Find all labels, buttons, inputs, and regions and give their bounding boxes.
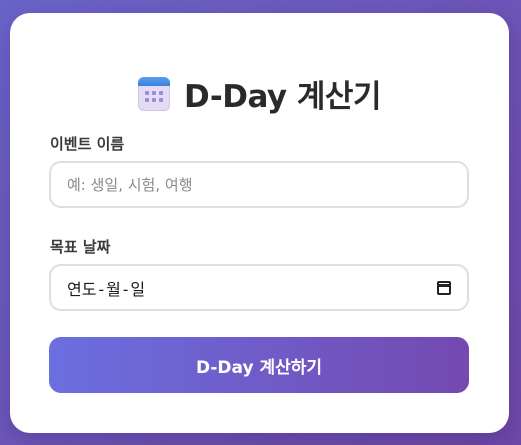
event-name-label: 이벤트 이름 bbox=[50, 135, 125, 153]
calculate-dday-button[interactable]: D-Day 계산하기 bbox=[49, 337, 469, 393]
target-date-input[interactable]: 연도-월-일 bbox=[49, 264, 469, 311]
header: D-Day 계산기 bbox=[10, 71, 509, 116]
target-date-placeholder: 연도-월-일 bbox=[67, 279, 146, 299]
calendar-icon bbox=[138, 76, 171, 111]
page-title: D-Day 계산기 bbox=[184, 79, 381, 115]
event-name-input[interactable]: 예: 생일, 시험, 여행 bbox=[49, 161, 469, 208]
event-name-placeholder: 예: 생일, 시험, 여행 bbox=[67, 176, 193, 194]
calendar-picker-icon[interactable] bbox=[437, 280, 451, 295]
target-date-label: 목표 날짜 bbox=[50, 238, 111, 256]
